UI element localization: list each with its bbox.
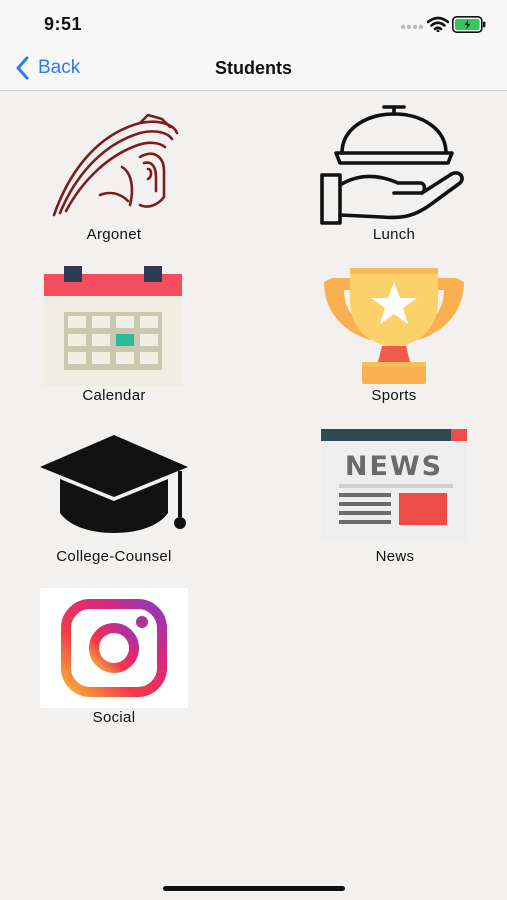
cellular-signal-icon [400, 24, 424, 30]
status-time: 9:51 [44, 14, 83, 34]
page-title: Students [214, 58, 292, 78]
spartan-helmet-icon [52, 113, 179, 217]
tile-calendar[interactable]: Calendar [44, 266, 192, 406]
status-bar: 9:51 [0, 0, 507, 46]
news-masthead: NEWS [345, 451, 443, 482]
wifi-icon [427, 16, 449, 32]
tile-social[interactable]: Social [40, 588, 188, 728]
tile-label: Lunch [372, 226, 416, 243]
tile-label: News [375, 548, 415, 565]
tile-label: Calendar [82, 387, 146, 404]
trophy-icon [324, 268, 464, 384]
newspaper-icon: NEWS [321, 429, 467, 541]
instagram-icon [40, 588, 188, 708]
calendar-icon [44, 266, 182, 386]
battery-icon [452, 16, 486, 33]
home-indicator[interactable] [163, 886, 345, 891]
tile-news[interactable]: NEWS News [321, 427, 469, 567]
tile-college-counsel[interactable]: College-Counsel [40, 427, 188, 567]
tile-label: College-Counsel [56, 548, 172, 565]
tile-sports[interactable]: Sports [320, 266, 468, 406]
graduation-cap-icon [40, 435, 188, 533]
tile-label: Argonet [86, 226, 142, 243]
tile-label: Sports [371, 387, 417, 404]
tile-argonet[interactable]: Argonet [40, 105, 188, 245]
tile-label: Social [92, 709, 136, 726]
serving-platter-icon [320, 105, 464, 225]
tile-lunch[interactable]: Lunch [320, 105, 468, 245]
navigation-bar: Back Students [0, 46, 507, 91]
